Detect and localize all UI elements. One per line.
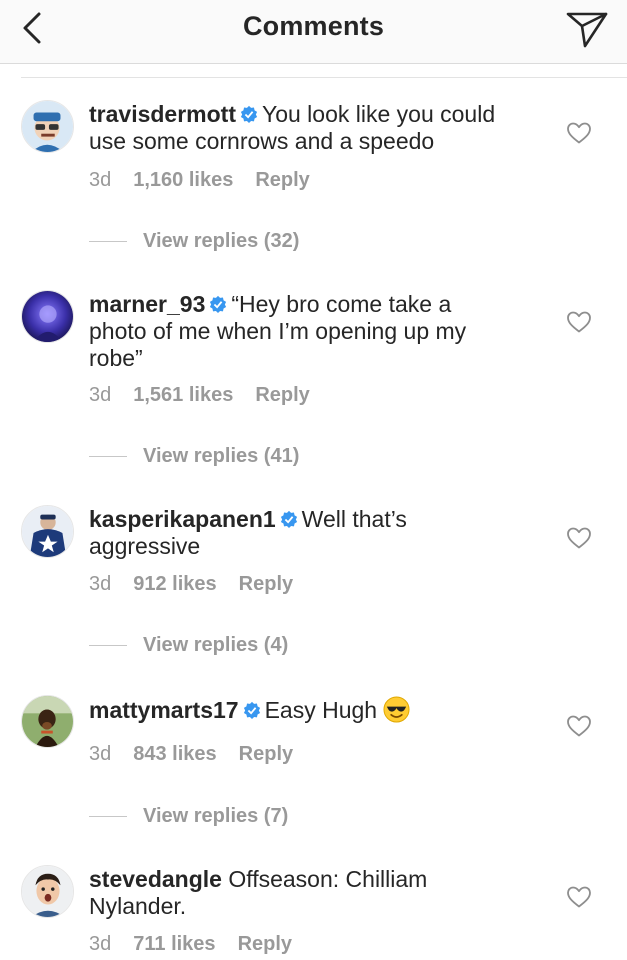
header-bar: Comments <box>0 0 627 64</box>
timestamp: 3d <box>89 384 112 406</box>
view-replies-button[interactable]: View replies (4) <box>89 633 288 657</box>
like-button[interactable] <box>566 714 592 738</box>
caption-divider <box>21 77 627 78</box>
view-replies-button[interactable]: View replies (41) <box>89 444 299 468</box>
likes-count[interactable]: 1,160 likes <box>133 169 233 191</box>
username[interactable]: travisdermott <box>89 101 236 127</box>
verified-badge-icon <box>240 105 258 123</box>
comment-body-line: “Hey bro come take a <box>231 291 452 317</box>
heart-outline-icon <box>567 311 591 333</box>
comment-meta: 3d 1,561 likes Reply <box>89 384 332 407</box>
replies-divider <box>89 240 127 242</box>
like-button[interactable] <box>566 310 592 334</box>
avatar[interactable] <box>21 290 74 343</box>
replies-divider <box>89 455 127 457</box>
reply-button[interactable]: Reply <box>255 169 309 191</box>
timestamp: 3d <box>89 573 112 595</box>
replies-divider <box>89 815 127 817</box>
page-title: Comments <box>242 11 385 41</box>
likes-count[interactable]: 711 likes <box>133 933 215 955</box>
heart-outline-icon <box>567 886 591 908</box>
view-replies-button[interactable]: View replies (32) <box>89 229 299 253</box>
verified-badge-icon <box>280 510 297 528</box>
comment-body-line: use some cornrows and a speedo <box>89 128 435 154</box>
username[interactable]: marner_93 <box>89 291 205 317</box>
likes-count[interactable]: 843 likes <box>133 743 216 765</box>
like-button[interactable] <box>566 885 592 909</box>
comment-meta: 3d 912 likes Reply <box>89 573 315 596</box>
comment-body-line: Offseason: Chilliam <box>228 866 428 892</box>
paper-plane-icon <box>566 12 608 48</box>
comment-text: travisdermott You look like you could use… <box>89 101 539 155</box>
view-replies-label: View replies (7) <box>143 804 289 827</box>
comment-body-line: Well that’s <box>301 506 407 532</box>
sunglasses-emoji-icon <box>383 696 410 723</box>
reply-button[interactable]: Reply <box>239 573 293 595</box>
username[interactable]: kasperikapanen1 <box>89 506 276 532</box>
like-button[interactable] <box>566 121 592 145</box>
reply-button[interactable]: Reply <box>238 933 292 955</box>
like-button[interactable] <box>566 526 592 550</box>
reply-button[interactable]: Reply <box>255 384 309 406</box>
reply-button[interactable]: Reply <box>239 743 293 765</box>
comment-body-line: Nylander. <box>89 893 187 919</box>
timestamp: 3d <box>89 933 112 955</box>
comment-text: marner_93 “Hey bro come take a photo of m… <box>89 291 539 372</box>
timestamp: 3d <box>89 743 112 765</box>
verified-badge-icon <box>210 295 227 313</box>
view-replies-button[interactable]: View replies (7) <box>89 804 288 828</box>
heart-outline-icon <box>567 122 591 144</box>
share-button[interactable] <box>564 6 610 50</box>
comment-body-line: aggressive <box>89 533 201 559</box>
comment-body-line: Easy Hugh <box>264 697 378 723</box>
avatar[interactable] <box>21 865 74 918</box>
comment-body-line: photo of me when I’m opening up my <box>89 318 467 344</box>
replies-divider <box>89 644 127 646</box>
view-replies-label: View replies (4) <box>143 633 289 656</box>
comment-text: mattymarts17 Easy Hugh <box>89 696 539 724</box>
comment-meta: 3d 711 likes Reply <box>89 933 314 956</box>
heart-outline-icon <box>567 715 591 737</box>
likes-count[interactable]: 912 likes <box>133 573 216 595</box>
comment-body-line: robe” <box>89 345 143 371</box>
avatar[interactable] <box>21 505 74 558</box>
view-replies-label: View replies (32) <box>143 229 300 252</box>
comment-text: stevedangle Offseason: Chilliam Nylander… <box>89 866 539 920</box>
verified-badge-icon <box>243 701 260 719</box>
username[interactable]: stevedangle <box>89 866 222 892</box>
timestamp: 3d <box>89 169 112 191</box>
avatar[interactable] <box>21 695 74 748</box>
view-replies-label: View replies (41) <box>143 444 300 467</box>
likes-count[interactable]: 1,561 likes <box>133 384 233 406</box>
heart-outline-icon <box>567 527 591 549</box>
comment-meta: 3d 1,160 likes Reply <box>89 169 332 192</box>
comment-meta: 3d 843 likes Reply <box>89 743 315 766</box>
avatar[interactable] <box>21 100 74 153</box>
comment-body-line: You look like you could <box>261 101 496 127</box>
username[interactable]: mattymarts17 <box>89 697 239 723</box>
comment-text: kasperikapanen1 Well that’s aggressive <box>89 506 539 560</box>
